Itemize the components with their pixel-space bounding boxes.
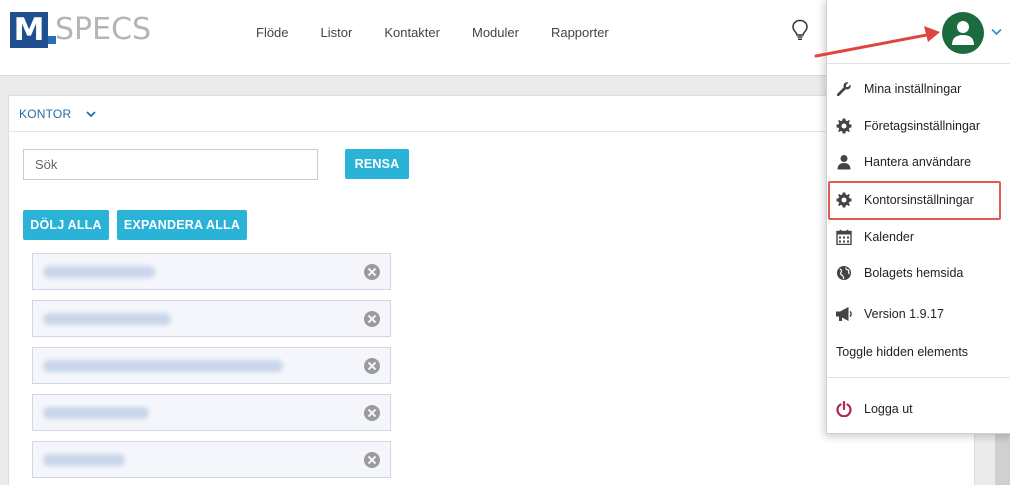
user-icon: [952, 21, 974, 45]
collapse-all-button[interactable]: DÖLJ ALLA: [23, 210, 109, 240]
calendar-icon: [835, 228, 853, 246]
power-icon: [835, 400, 853, 418]
highlight-annotation: [828, 181, 1001, 220]
remove-icon[interactable]: [364, 358, 380, 374]
mspecs-logo[interactable]: M SPECS: [10, 12, 155, 52]
user-icon: [835, 153, 853, 171]
menu-item-label: Logga ut: [864, 402, 913, 416]
menu-item-version[interactable]: Version 1.9.17: [827, 298, 1010, 330]
expand-all-button[interactable]: EXPANDERA ALLA: [117, 210, 247, 240]
globe-icon: [835, 264, 853, 282]
list-item[interactable]: [32, 253, 391, 290]
menu-item-company-settings[interactable]: Företagsinställningar: [827, 110, 1010, 142]
annotation-arrow: [814, 26, 940, 58]
menu-item-toggle-hidden[interactable]: Toggle hidden elements: [827, 336, 1010, 368]
menu-item-manage-users[interactable]: Hantera användare: [827, 146, 1010, 178]
blurred-office-name: [43, 360, 283, 372]
gear-icon: [835, 117, 853, 135]
list-item[interactable]: [32, 441, 391, 478]
megaphone-icon: [835, 305, 853, 323]
menu-item-label: Kalender: [864, 230, 915, 244]
remove-icon[interactable]: [364, 264, 380, 280]
panel-title: KONTOR: [19, 106, 72, 121]
chevron-down-icon[interactable]: [991, 28, 1002, 36]
menu-item-calendar[interactable]: Kalender: [827, 221, 1010, 253]
main-nav: Flöde Listor Kontakter Moduler Rapporter: [240, 0, 625, 64]
divider: [827, 377, 1010, 378]
nav-item-listor[interactable]: Listor: [321, 25, 353, 40]
nav-item-kontakter[interactable]: Kontakter: [384, 25, 440, 40]
blurred-office-name: [43, 313, 171, 325]
search-input[interactable]: [23, 149, 318, 180]
remove-icon[interactable]: [364, 405, 380, 421]
blurred-office-name: [43, 266, 155, 278]
logo-word: SPECS: [55, 12, 152, 47]
wrench-icon: [835, 80, 853, 98]
nav-item-rapporter[interactable]: Rapporter: [551, 25, 609, 40]
menu-item-label: Mina inställningar: [864, 82, 962, 96]
menu-item-label: Version 1.9.17: [864, 307, 944, 321]
list-item[interactable]: [32, 347, 391, 384]
menu-item-label: Bolagets hemsida: [864, 266, 964, 280]
chevron-down-icon[interactable]: [85, 108, 97, 120]
list-item[interactable]: [32, 394, 391, 431]
blurred-office-name: [43, 454, 125, 466]
clear-button[interactable]: RENSA: [345, 149, 409, 179]
menu-item-label: Företagsinställningar: [864, 119, 981, 133]
nav-item-moduler[interactable]: Moduler: [472, 25, 519, 40]
remove-icon[interactable]: [364, 452, 380, 468]
menu-item-my-settings[interactable]: Mina inställningar: [827, 73, 1010, 105]
logo-letter: M: [10, 12, 48, 48]
scrollbar[interactable]: [995, 430, 1010, 485]
nav-item-flode[interactable]: Flöde: [256, 25, 289, 40]
menu-item-company-website[interactable]: Bolagets hemsida: [827, 257, 1010, 289]
menu-item-logout[interactable]: Logga ut: [827, 393, 1010, 425]
menu-item-label: Toggle hidden elements: [836, 345, 969, 359]
menu-item-label: Hantera användare: [864, 155, 972, 169]
blurred-office-name: [43, 407, 149, 419]
remove-icon[interactable]: [364, 311, 380, 327]
list-item[interactable]: [32, 300, 391, 337]
